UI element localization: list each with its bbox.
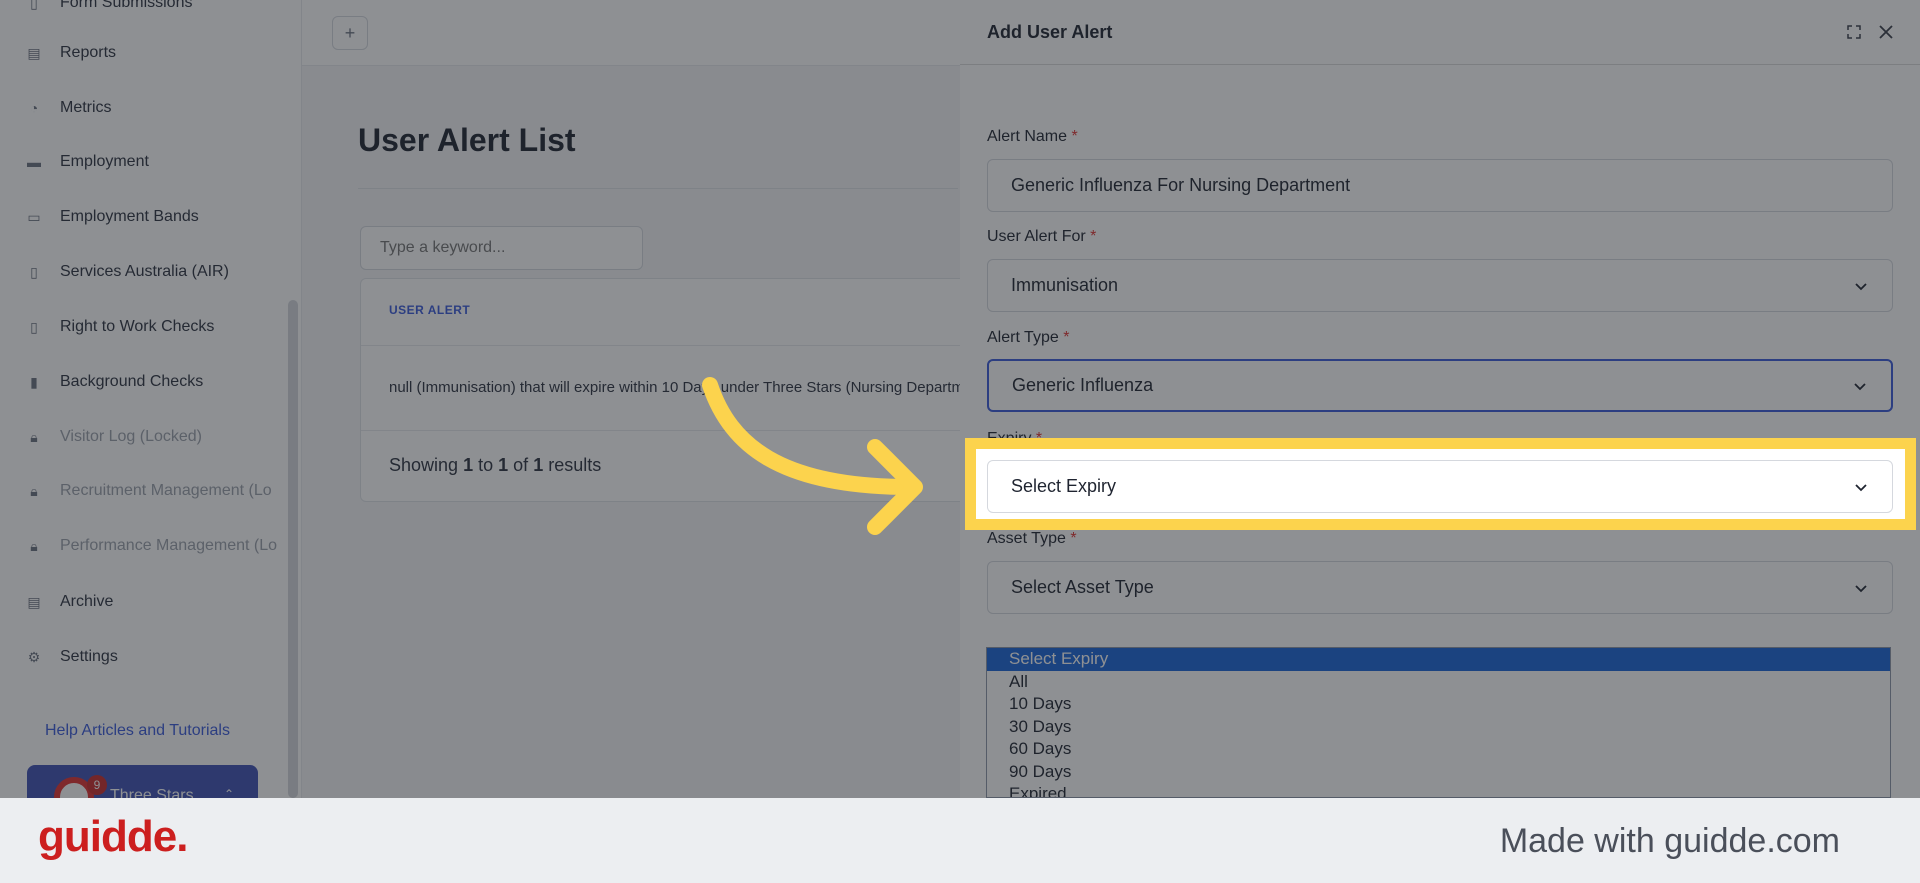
chevron-down-icon — [1855, 483, 1867, 491]
guidde-logo: guidde. — [38, 812, 188, 861]
divider — [960, 64, 1920, 65]
made-with-text: Made with guidde.com — [1499, 822, 1840, 860]
expiry-select[interactable]: Select Expiry — [987, 460, 1893, 513]
pointer-arrow-icon — [702, 377, 923, 535]
drawer-dim-overlay — [960, 0, 1920, 798]
